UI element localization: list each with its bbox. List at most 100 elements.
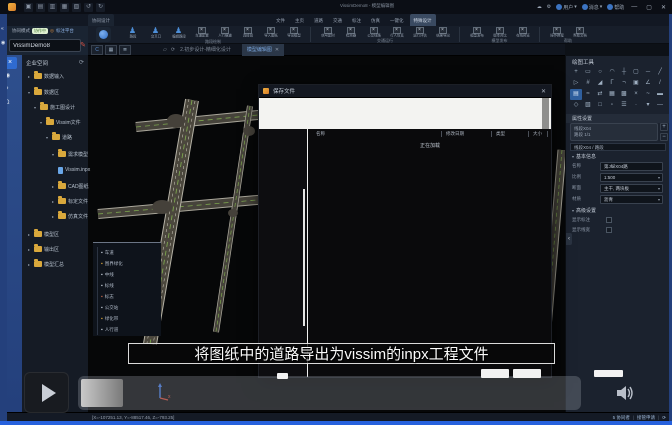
drawing-tool-button[interactable]: ◠	[606, 67, 618, 78]
column-header[interactable]: 类型	[491, 131, 505, 137]
drawing-tool-button[interactable]: ▣	[630, 78, 642, 89]
name-field[interactable]: 第J纵X04路	[600, 162, 663, 171]
drawing-tool-button[interactable]: ▦	[606, 89, 618, 100]
drawing-tool-button[interactable]: ⇄	[594, 89, 606, 100]
qat-icon[interactable]: ▥	[48, 3, 57, 12]
ribbon-tab[interactable]: 文件	[272, 14, 289, 26]
ribbon-tool-button[interactable]: ×在线预览	[511, 27, 534, 38]
drawing-tool-button[interactable]: ∠	[642, 78, 654, 89]
tree-item[interactable]: ▸输出区	[22, 243, 88, 255]
section-advanced[interactable]: ▾高级设置	[572, 207, 596, 214]
drawing-tool-button[interactable]: ×	[630, 89, 642, 100]
drawing-tool-button[interactable]: Γ	[606, 78, 618, 89]
layer-item[interactable]: ▪ 标志	[97, 291, 161, 302]
dialog-scrollbar[interactable]	[542, 98, 549, 129]
ribbon-tool-button[interactable]: ×信号配时	[316, 27, 339, 38]
drawing-tool-button[interactable]: □	[594, 100, 606, 111]
tree-item[interactable]: ▾施工图设计	[22, 101, 88, 113]
ribbon-tool-button[interactable]: ×模型发布	[465, 27, 488, 38]
compass-button[interactable]: C	[91, 45, 103, 55]
drawing-tool-button[interactable]: —	[654, 100, 666, 111]
ribbon-tool-button[interactable]: ×导入图纸	[259, 27, 282, 39]
drawing-tool-button[interactable]: ┼	[618, 67, 630, 78]
ribbon-tool-button[interactable]: ×连接段	[236, 27, 259, 39]
drawing-tool-button[interactable]: ╱	[654, 67, 666, 78]
checkbox[interactable]	[606, 227, 612, 233]
minimize-button[interactable]: —	[629, 4, 639, 10]
tree-item[interactable]: ▸模型区	[22, 228, 88, 240]
ribbon-tool-button[interactable]: ×人行横道	[213, 27, 236, 39]
ribbon-tool-button[interactable]: ×公交线路	[362, 27, 385, 38]
ribbon-tab[interactable]: 仿真	[367, 14, 384, 26]
drawing-tool-button[interactable]: /	[654, 78, 666, 89]
ribbon-tab[interactable]: 一键化	[386, 14, 408, 26]
drawing-tool-button[interactable]: ▤	[570, 89, 582, 100]
ribbon-tool-button[interactable]: ×运行评估	[408, 27, 431, 38]
qat-icon[interactable]: ▧	[72, 3, 81, 12]
layer-item[interactable]: ▪ 公交站	[97, 302, 161, 313]
tree-item[interactable]: ▸标定文件	[22, 195, 88, 207]
qat-icon[interactable]: ▤	[36, 3, 45, 12]
drawing-tool-button[interactable]: ▫	[606, 100, 618, 111]
close-button[interactable]: ✕	[659, 4, 668, 11]
ribbon-tab[interactable]: 特殊设计	[410, 14, 436, 26]
tree-item-file[interactable]: Vissim.inpx	[22, 164, 88, 176]
drawing-tool-button[interactable]: ▾	[642, 100, 654, 111]
column-header[interactable]: 修改日期	[441, 131, 464, 137]
drawing-tool-button[interactable]: ▧	[582, 100, 594, 111]
message-menu[interactable]: 消息▾	[582, 4, 603, 11]
section-select[interactable]: 主干, 两块板▾	[600, 184, 663, 193]
drawing-tool-button[interactable]: ~	[642, 89, 654, 100]
drawing-tool-button[interactable]: ◇	[570, 100, 582, 111]
video-progress-bar[interactable]	[78, 376, 581, 410]
ribbon-tab[interactable]: 交通	[329, 14, 346, 26]
document-tab[interactable]: 2.初步设计-精细化设计	[175, 44, 236, 56]
scale-select[interactable]: 1:500▾	[600, 173, 663, 182]
ribbon-tool-button[interactable]: ×版本对比	[488, 27, 511, 38]
qat-icon[interactable]: ▣	[24, 3, 33, 12]
ribbon-tool-button[interactable]: ♟编辑路段	[167, 27, 190, 39]
pan-icon[interactable]: ▱	[163, 47, 167, 53]
dialog-close-icon[interactable]: ✕	[541, 88, 546, 95]
drawing-tool-button[interactable]: ▭	[582, 67, 594, 78]
gear-icon[interactable]: ⚙	[547, 4, 551, 10]
tree-item[interactable]: ▾需求模型	[22, 148, 88, 160]
layer-item[interactable]: ▪ 中线	[97, 269, 161, 280]
cloud-icon[interactable]: ☁	[537, 4, 542, 10]
video-play-button[interactable]	[24, 372, 69, 413]
drawing-tool-button[interactable]: ▩	[618, 89, 630, 100]
refresh-icon[interactable]: ⟳	[79, 59, 84, 66]
drawing-tool-button[interactable]: ◢	[594, 78, 606, 89]
drawing-tool-button[interactable]: ▬	[654, 89, 666, 100]
maximize-button[interactable]: ▢	[644, 4, 654, 11]
layer-item[interactable]: ▪ 绿化带	[97, 313, 161, 324]
ribbon-tool-button[interactable]: ♟路段	[121, 27, 144, 39]
remove-button[interactable]: −	[660, 133, 668, 141]
column-header[interactable]: 大小	[528, 131, 542, 137]
close-tab-icon[interactable]: ✕	[275, 47, 279, 53]
help-menu[interactable]: 帮助	[607, 4, 624, 11]
drawing-tool-button[interactable]: ○	[594, 67, 606, 78]
collapse-sidebar-icon[interactable]: «	[1, 26, 4, 32]
platform-link[interactable]: 标注平台	[56, 28, 74, 34]
selection-summary-box[interactable]: 线段X04 路段 1/1	[570, 123, 658, 141]
add-button[interactable]: +	[660, 123, 668, 131]
edit-pen-icon[interactable]: ✎	[80, 41, 86, 49]
list-view-button[interactable]: ≣	[119, 45, 131, 55]
ribbon-tool-button[interactable]: ♟交叉口	[144, 27, 167, 39]
ribbon-tab[interactable]: 道路	[310, 14, 327, 26]
volume-button[interactable]	[606, 378, 646, 408]
layer-item[interactable]: ▪ 人行道	[97, 324, 161, 335]
panel-collapse-handle[interactable]: ‹	[566, 233, 572, 245]
cancel-button[interactable]: 取消	[513, 369, 541, 378]
drawing-tool-button[interactable]: #	[582, 78, 594, 89]
ribbon-tool-button[interactable]: ×检测器	[339, 27, 362, 38]
avatar-icon[interactable]: ◉	[1, 40, 5, 46]
ribbon-tab[interactable]: 协同设计	[88, 14, 114, 26]
qat-icon[interactable]: ↻	[96, 3, 105, 12]
drawing-tool-button[interactable]: ¬	[618, 78, 630, 89]
document-tab-active[interactable]: 模型编辑图✕	[242, 44, 284, 56]
grid-view-button[interactable]: ▦	[105, 45, 117, 55]
tree-item[interactable]: ▾道路	[22, 131, 88, 143]
tree-item[interactable]: ▾数据区	[22, 86, 88, 98]
